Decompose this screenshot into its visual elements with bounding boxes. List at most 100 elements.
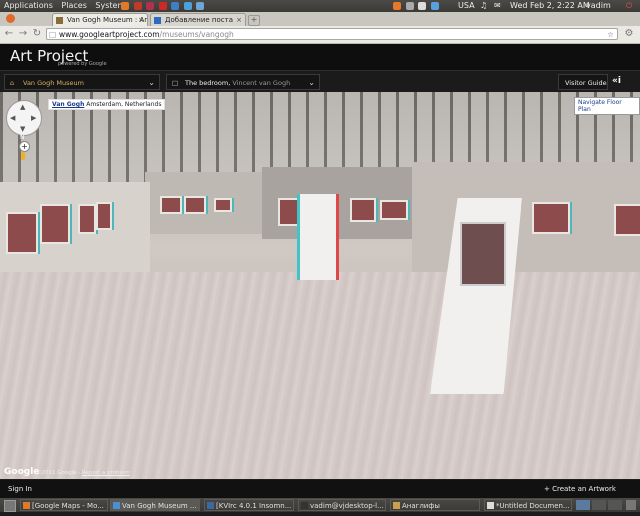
keyboard-layout[interactable]: USA [458,0,475,12]
artwork-select[interactable]: □ The bedroom, Vincent van Gogh ⌄ [166,74,320,90]
compass-north: N [20,134,25,141]
browser-tab-strip: Van Gogh Museum : Art... × Добавление по… [0,12,640,26]
location-name[interactable]: Van Gogh [52,101,84,108]
painting[interactable] [96,202,112,230]
new-tab-button[interactable]: + [248,15,260,26]
visitor-guide-label: Visitor Guide [565,79,607,87]
clock[interactable]: Wed Feb 2, 2:22 AM [510,0,590,12]
status-tray [392,0,440,12]
forward-button[interactable]: → [18,29,28,39]
right-wall [412,162,640,272]
gallery-floor [0,272,640,479]
pan-down-icon[interactable]: ▼ [20,125,25,133]
address-bar[interactable]: □ www.googleartproject.com/museums/vango… [46,28,618,40]
pan-left-icon[interactable]: ◀ [10,114,15,122]
bluetooth-icon[interactable] [430,2,439,10]
bookmark-star-icon[interactable]: ☆ [607,29,614,41]
taskbar-item[interactable]: Анаглифы [390,499,480,511]
painting[interactable] [278,198,300,226]
painting[interactable] [380,200,408,220]
pan-up-icon[interactable]: ▲ [20,103,25,111]
location-label: Van Gogh Amsterdam, Netherlands [48,99,166,110]
zoom-in-button[interactable]: + [19,141,30,152]
update-icon[interactable] [393,2,401,10]
app-launcher-icon[interactable] [196,2,205,10]
system-taskbar: [Google Maps - Mo... Van Gogh Museum ...… [0,498,640,512]
visitor-guide-button[interactable]: Visitor Guide [558,74,608,90]
chromium-menu-icon[interactable] [6,14,15,23]
gallery-street-view[interactable] [0,92,640,479]
location-detail: Amsterdam, Netherlands [86,101,162,108]
reload-button[interactable]: ↻ [32,29,42,39]
taskbar-item[interactable]: vadim@vjdesktop-l... [298,499,386,511]
museum-selector-bar: ⌂ Van Gogh Museum ⌄ □ The bedroom, Vince… [0,70,640,93]
page-icon: □ [49,30,57,39]
sign-in-link[interactable]: Sign In [8,480,32,498]
applications-menu[interactable]: Applications [4,0,53,12]
back-button[interactable]: ← [4,29,14,39]
app-launcher-icon[interactable] [183,2,192,10]
map-copyright: ©2011 Google · Report a problem [36,470,130,476]
close-tab-icon[interactable]: × [236,14,242,26]
artwork-artist: Vincent van Gogh [232,79,291,87]
power-icon[interactable]: ⏻ [626,0,632,12]
taskbar-item[interactable]: [Google Maps - Mo... [20,499,108,511]
network-icon[interactable] [418,2,427,10]
mail-icon[interactable] [405,2,414,10]
tab-add-post[interactable]: Добавление поста × [150,13,246,26]
app-launcher-icon[interactable] [133,2,142,10]
painting[interactable] [532,202,570,234]
tab-label: Добавление поста [165,16,233,24]
painting[interactable] [6,212,38,254]
places-menu[interactable]: Places [61,0,86,12]
artwork-title: The bedroom, [185,79,231,87]
launcher-icons [120,0,205,12]
painting[interactable] [214,198,232,212]
footer-bar: Sign In + Create an Artwork Collection [0,480,640,511]
painting[interactable] [614,204,640,236]
museum-select-label: Van Gogh Museum [23,79,85,87]
app-launcher-icon[interactable] [171,2,180,10]
workspace-switcher[interactable] [608,500,622,510]
taskbar-item[interactable]: Van Gogh Museum ... [110,499,200,511]
chevron-down-icon: ⌄ [308,78,315,87]
collapse-info-icon[interactable]: «i [612,76,621,86]
google-logo: Google [4,467,40,477]
trash-icon[interactable] [626,500,636,510]
firefox-launcher-icon[interactable] [121,2,129,10]
show-desktop-icon[interactable] [4,500,16,512]
workspace-switcher[interactable] [576,500,590,510]
mail-indicator-icon[interactable]: ✉ [494,0,501,12]
navigate-floor-plan-button[interactable]: Navigate Floor Plan [574,97,640,115]
user-menu[interactable]: vadim [586,0,611,12]
app-launcher-icon[interactable] [146,2,155,10]
url-host: www.googleartproject.com [59,30,160,39]
art-project-header: Art Project powered by Google [0,44,640,70]
app-launcher-icon[interactable] [158,2,167,10]
tab-van-gogh-museum[interactable]: Van Gogh Museum : Art... × [52,13,148,26]
painting-in-case[interactable] [460,222,506,286]
url-path: /museums/vangogh [159,30,234,39]
museum-select[interactable]: ⌂ Van Gogh Museum ⌄ [4,74,160,90]
system-top-panel: Applications Places System USA ♫ ✉ Wed F… [0,0,640,12]
powered-by-google: powered by Google [58,61,107,67]
chevron-down-icon: ⌄ [148,78,155,87]
painting[interactable] [184,196,206,214]
workspace-switcher[interactable] [592,500,606,510]
close-tab-icon[interactable]: × [138,14,144,26]
pan-control[interactable]: ▲ ▼ ◀ ▶ [6,100,42,136]
volume-icon[interactable]: ♫ [480,0,487,12]
display-pillar[interactable] [300,194,336,280]
browser-toolbar: ← → ↻ □ www.googleartproject.com/museums… [0,26,640,44]
museum-icon: ⌂ [10,79,15,87]
pan-right-icon[interactable]: ▶ [31,114,36,122]
painting[interactable] [78,204,96,234]
painting[interactable] [160,196,182,214]
wrench-menu-icon[interactable]: ⚙ [624,29,634,39]
painting[interactable] [350,198,376,222]
painting[interactable] [40,204,70,244]
report-problem-link[interactable]: Report a problem [82,470,130,476]
taskbar-item[interactable]: *Untitled Documen... [484,499,572,511]
taskbar-item[interactable]: [KVIrc 4.0.1 Insomn... [204,499,294,511]
pegman-icon[interactable] [21,152,25,160]
